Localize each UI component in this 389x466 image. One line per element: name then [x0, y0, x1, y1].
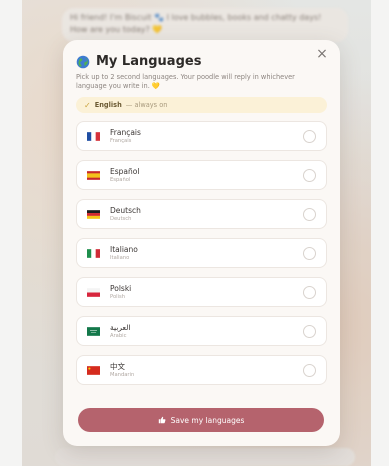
- language-names: العربية Arabic: [110, 323, 131, 340]
- language-radio[interactable]: [303, 169, 316, 182]
- modal-header: My Languages: [76, 54, 327, 69]
- language-english-name: Arabic: [110, 332, 127, 339]
- language-list: Français Français Español Español Deutsc…: [76, 121, 327, 385]
- language-english-name: Polish: [110, 293, 125, 300]
- language-option-polish[interactable]: Polski Polish: [76, 277, 327, 307]
- language-names: Italiano Italiano: [110, 245, 138, 262]
- it-flag-icon: [87, 248, 100, 258]
- sa-flag-icon: [87, 326, 100, 336]
- language-radio[interactable]: [303, 286, 316, 299]
- modal-subtitle: Pick up to 2 second languages. Your pood…: [76, 73, 316, 91]
- language-english-name: Italiano: [110, 254, 130, 261]
- language-option-chinese[interactable]: 中文 Mandarin: [76, 355, 327, 385]
- language-names: Français Français: [110, 128, 141, 145]
- subtitle-text: Pick up to 2 second languages. Your pood…: [76, 73, 295, 90]
- language-radio[interactable]: [303, 208, 316, 221]
- language-radio[interactable]: [303, 364, 316, 377]
- fr-flag-icon: [87, 131, 100, 141]
- language-native-name: Polski: [110, 283, 132, 293]
- check-icon: ✓: [84, 100, 91, 110]
- pl-flag-icon: [87, 287, 100, 297]
- globe-icon: [76, 55, 90, 68]
- language-native-name: 中文: [110, 361, 125, 371]
- language-option-italian[interactable]: Italiano Italiano: [76, 238, 327, 268]
- language-radio[interactable]: [303, 325, 316, 338]
- save-languages-button[interactable]: Save my languages: [78, 408, 324, 432]
- cn-flag-icon: [87, 365, 100, 375]
- language-names: Español Español: [110, 167, 139, 184]
- language-english-name: Français: [110, 137, 132, 144]
- modal-title: My Languages: [96, 54, 202, 69]
- close-icon[interactable]: ×: [314, 46, 330, 62]
- thumbs-up-icon: [158, 416, 166, 424]
- language-native-name: Italiano: [110, 244, 138, 254]
- language-native-name: Français: [110, 127, 141, 137]
- language-english-name: Deutsch: [110, 215, 132, 222]
- always-on-note: — always on: [125, 101, 168, 109]
- language-names: 中文 Mandarin: [110, 362, 134, 379]
- language-english-name: Mandarin: [110, 371, 135, 378]
- language-radio[interactable]: [303, 130, 316, 143]
- language-english-name: Español: [110, 176, 131, 183]
- es-flag-icon: [87, 170, 100, 180]
- language-names: Polski Polish: [110, 284, 131, 301]
- always-on-badge: ✓ English — always on: [76, 97, 327, 113]
- language-option-french[interactable]: Français Français: [76, 121, 327, 151]
- language-option-german[interactable]: Deutsch Deutsch: [76, 199, 327, 229]
- always-on-language: English: [94, 101, 122, 109]
- de-flag-icon: [87, 209, 100, 219]
- language-option-spanish[interactable]: Español Español: [76, 160, 327, 190]
- save-button-label: Save my languages: [170, 415, 245, 425]
- heart-icon: 💛: [151, 82, 161, 90]
- languages-modal: × My Languages Pick up to 2 second langu…: [63, 40, 340, 446]
- language-native-name: Español: [110, 166, 140, 176]
- language-native-name: Deutsch: [110, 205, 141, 215]
- language-native-name: العربية: [110, 322, 131, 332]
- language-names: Deutsch Deutsch: [110, 206, 141, 223]
- language-radio[interactable]: [303, 247, 316, 260]
- language-option-arabic[interactable]: العربية Arabic: [76, 316, 327, 346]
